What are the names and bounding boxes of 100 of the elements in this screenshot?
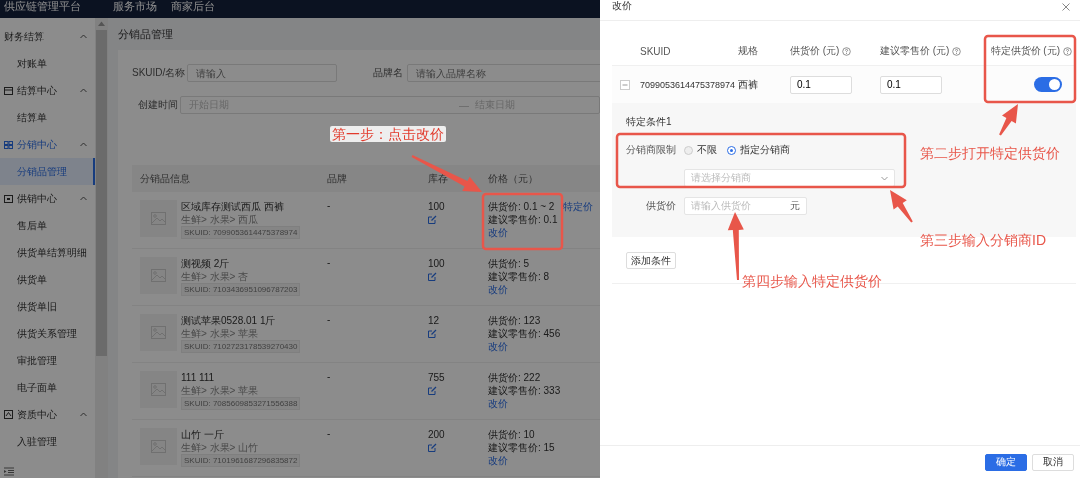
collapse-menu-icon[interactable]: [4, 467, 14, 476]
retail-price-input[interactable]: 0.1: [880, 75, 942, 94]
nav-link[interactable]: 服务市场: [113, 0, 157, 12]
sidebar-item[interactable]: 电子面单: [0, 374, 95, 401]
change-price-link[interactable]: 改价: [488, 340, 508, 353]
product-category: 生鲜> 水果> 苹果: [181, 384, 260, 397]
image-placeholder: [140, 257, 177, 294]
help-icon[interactable]: [842, 46, 852, 56]
table-cell-text: -: [327, 314, 332, 325]
supply-price-input[interactable]: 0.1: [790, 75, 852, 94]
stock-value: 100: [428, 257, 445, 270]
supply-price: 供货价: 5: [488, 257, 530, 270]
change-price-link[interactable]: 改价: [488, 283, 508, 296]
table-cell-text: -: [327, 200, 332, 211]
edit-icon[interactable]: [428, 272, 437, 281]
sidebar-group[interactable]: 财务结算: [0, 23, 95, 50]
product-category: 生鲜> 水果> 西瓜: [181, 213, 260, 226]
column-header: 供货价 (元): [790, 44, 840, 58]
confirm-button[interactable]: 确定: [985, 453, 1027, 471]
close-icon[interactable]: [1062, 3, 1070, 11]
sidebar-item[interactable]: 结算单: [0, 104, 95, 131]
annotation-arrow: [999, 104, 1018, 136]
edit-icon[interactable]: [428, 215, 437, 224]
sidebar-group[interactable]: 资质中心: [0, 401, 95, 428]
input-field[interactable]: 请输入: [187, 64, 338, 82]
annotation-text: 第四步输入特定供货价: [742, 273, 882, 289]
sidebar-item[interactable]: 售后单: [0, 212, 95, 239]
sidebar-item[interactable]: 分销品管理: [0, 158, 95, 185]
radio-option[interactable]: 不限: [684, 143, 717, 157]
help-icon[interactable]: [1063, 46, 1072, 56]
product-category: 生鲜> 水果> 苹果: [181, 327, 260, 340]
chevron-icon[interactable]: [80, 88, 87, 93]
sidebar-item[interactable]: 审批管理: [0, 347, 95, 374]
toggle-switch[interactable]: [1034, 77, 1062, 92]
column-header: 规格: [738, 44, 758, 58]
app-title: 供应链管理平台: [4, 0, 81, 12]
image-placeholder: [140, 371, 177, 408]
supply-price: 供货价: 123: [488, 314, 541, 327]
edit-icon[interactable]: [428, 443, 437, 452]
price-input[interactable]: 请输入供货价 元: [684, 197, 807, 215]
sidebar-item[interactable]: 供货关系管理: [0, 320, 95, 347]
column-header: 库存: [428, 171, 449, 186]
cancel-button[interactable]: 取消: [1032, 453, 1074, 471]
annotation-arrow: [411, 155, 482, 192]
change-price-link[interactable]: 改价: [488, 397, 508, 410]
chevron-down-icon: [881, 175, 888, 181]
add-condition-button[interactable]: 添加条件: [626, 252, 676, 269]
sidebar-group[interactable]: 供销中心: [0, 185, 95, 212]
annotation-arrow: [890, 190, 913, 223]
stock-value: 755: [428, 371, 445, 384]
field-label: SKUID/名称: [132, 66, 186, 80]
chevron-icon[interactable]: [80, 412, 87, 417]
nav-link[interactable]: 商家后台: [171, 0, 215, 12]
product-name: 区域库存测试西瓜 西裤: [181, 200, 285, 213]
image-placeholder: [140, 314, 177, 351]
sidebar-item[interactable]: 入驻管理: [0, 428, 95, 455]
sidebar-item[interactable]: 供货单结算明细: [0, 239, 95, 266]
chevron-icon[interactable]: [80, 196, 87, 201]
sidebar-group[interactable]: 结算中心: [0, 77, 95, 104]
edit-icon[interactable]: [428, 386, 437, 395]
field-label: 分销商限制: [626, 143, 676, 157]
product-name: 测视频 2斤: [181, 257, 231, 270]
chevron-icon[interactable]: [80, 34, 87, 39]
sidebar-item[interactable]: 供货单旧: [0, 293, 95, 320]
column-header: 品牌: [327, 171, 348, 186]
scrollbar[interactable]: [95, 18, 108, 478]
table-cell-text: -: [327, 371, 332, 382]
change-price-link[interactable]: 改价: [488, 454, 508, 467]
annotation-text: 第三步输入分销商ID: [920, 232, 1046, 248]
stock-value: 100: [428, 200, 445, 213]
skuid-tag: SKUID: 7102723178539270430: [181, 340, 301, 353]
table-cell-text: -: [327, 428, 332, 439]
edit-icon[interactable]: [428, 329, 437, 338]
retail-price: 建议零售价: 333: [488, 384, 561, 397]
badge-icon: [4, 410, 13, 419]
table-cell-text: -: [327, 257, 332, 268]
field-label: 品牌名: [373, 66, 404, 80]
input-field[interactable]: 请输入品牌名称: [407, 64, 600, 82]
radio-option[interactable]: 指定分销商: [727, 143, 790, 157]
retail-price: 建议零售价: 15: [488, 441, 555, 454]
change-price-link[interactable]: 改价: [488, 226, 508, 239]
product-name: 测试苹果0528.01 1斤: [181, 314, 277, 327]
skuid-tag: SKUID: 7103436951096787203: [181, 283, 301, 296]
condition-title: 特定条件1: [626, 116, 673, 128]
stock-value: 200: [428, 428, 445, 441]
special-price-link[interactable]: 特定价: [563, 200, 594, 213]
retail-price: 建议零售价: 8: [488, 270, 550, 283]
scroll-up-icon[interactable]: [98, 21, 105, 26]
annotation-text: 第一步：点击改价: [330, 126, 446, 142]
product-name: 山竹 一斤: [181, 428, 225, 441]
collapse-icon[interactable]: [620, 79, 630, 90]
skuid-tag: SKUID: 7085609853271556388: [181, 397, 301, 410]
column-header: SKUID: [640, 45, 671, 57]
sidebar-group[interactable]: 分销中心: [0, 131, 95, 158]
page-title: 分销品管理: [118, 27, 174, 42]
supply-price: 供货价: 222: [488, 371, 541, 384]
chevron-icon[interactable]: [80, 142, 87, 147]
sidebar-item[interactable]: 供货单: [0, 266, 95, 293]
help-icon[interactable]: [952, 46, 962, 56]
sidebar-item[interactable]: 对账单: [0, 50, 95, 77]
